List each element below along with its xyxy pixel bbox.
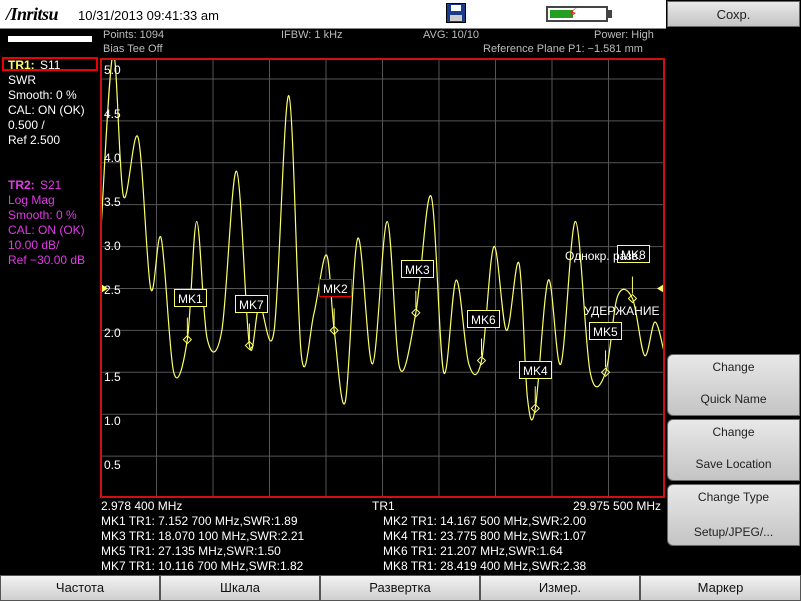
top-status-bar: /Inritsu 10/31/2013 09:41:33 am ⚡ (0, 0, 666, 29)
y-tick-label: 1.5 (104, 370, 121, 384)
datetime-label: 10/31/2013 09:41:33 am (78, 8, 219, 23)
button-line-2: Save Location (695, 457, 772, 471)
save-disk-icon[interactable] (446, 3, 466, 23)
button-line-1: Change (712, 360, 755, 374)
tr1-smooth: Smooth: 0 % (8, 88, 77, 102)
tr1-scale: 0.500 / (8, 118, 45, 132)
tr2-format: Log Mag (8, 193, 55, 207)
y-tick-label: 2.0 (104, 326, 121, 340)
y-tick-label: 0.5 (104, 458, 121, 472)
measure-menu-button[interactable]: Измер. (480, 575, 640, 601)
start-frequency-label: 2.978 400 MHz (101, 499, 183, 513)
sweep-mode-label: Однокр. разв. (565, 249, 642, 263)
hold-label: УДЕРЖАНИЕ (584, 304, 660, 318)
y-tick-label: 5.0 (104, 63, 121, 77)
power-label: Power: High (594, 29, 654, 41)
tr2-ref: Ref −30.00 dB (8, 253, 86, 267)
avg-label: AVG: 10/10 (423, 29, 480, 41)
charging-bolt-icon: ⚡ (568, 5, 578, 21)
trace-center-label: TR1 (372, 499, 395, 513)
stop-frequency-label: 29.975 500 MHz (573, 499, 662, 513)
ifbw-label: IFBW: 1 kHz (281, 29, 343, 41)
menu-title-save: Сохр. (667, 1, 800, 27)
button-line-1: Change Type (697, 490, 770, 504)
sweep-menu-button[interactable]: Развертка (320, 575, 480, 601)
marker-mk5-label[interactable]: MK5 (589, 322, 622, 340)
y-tick-label: 4.5 (104, 107, 121, 121)
marker-readout-mk8: MK8 TR1: 28.419 400 MHz,SWR:2.38 (383, 559, 587, 573)
trace-color-bar (8, 36, 92, 42)
tr1-cal: CAL: ON (OK) (8, 103, 85, 117)
points-label: Points: 1094 (103, 29, 165, 41)
y-tick-label: 2.5 (104, 283, 121, 297)
battery-tip (608, 10, 612, 18)
y-tick-label: 1.0 (104, 414, 121, 428)
marker-menu-button[interactable]: Маркер (640, 575, 801, 601)
marker-mk4-label[interactable]: MK4 (519, 361, 552, 379)
marker-readout-mk5: MK5 TR1: 27.135 MHz,SWR:1.50 (101, 544, 281, 558)
button-line-2: Setup/JPEG/... (693, 525, 774, 539)
button-line-1: Change (712, 425, 755, 439)
bias-tee-label: Bias Tee Off (103, 43, 163, 55)
change-type-button[interactable]: Change Type Setup/JPEG/... (667, 484, 800, 546)
brand-logo: /Inritsu (6, 4, 59, 24)
marker-readout-mk6: MK6 TR1: 21.207 MHz,SWR:1.64 (383, 544, 563, 558)
tr1-ref: Ref 2.500 (8, 133, 61, 147)
tr1-title: TR1: (8, 58, 35, 72)
marker-mk7-label[interactable]: MK7 (235, 295, 268, 313)
marker-mk2-label[interactable]: MK2 (319, 279, 352, 297)
scale-menu-button[interactable]: Шкала (160, 575, 320, 601)
tr2-cal: CAL: ON (OK) (8, 223, 85, 237)
y-tick-label: 3.5 (104, 195, 121, 209)
change-save-location-button[interactable]: Change Save Location (667, 419, 800, 481)
right-softkey-menu: Сохр. Change Quick Name Change Save Loca… (666, 0, 801, 575)
y-tick-label: 4.0 (104, 151, 121, 165)
marker-readout-mk4: MK4 TR1: 23.775 800 MHz,SWR:1.07 (383, 529, 587, 543)
tr2-scale: 10.00 dB/ (8, 238, 60, 252)
button-line-2: Quick Name (700, 392, 767, 406)
tr2-title: TR2: (8, 178, 35, 192)
tr2-param: S21 (40, 178, 62, 192)
battery-charging-icon: ⚡ (546, 5, 608, 22)
plot-frame (100, 58, 665, 498)
reference-plane-label: Reference Plane P1: −1.581 mm (483, 43, 643, 55)
marker-readout-mk2: MK2 TR1: 14.167 500 MHz,SWR:2.00 (383, 514, 587, 528)
tr2-smooth: Smooth: 0 % (8, 208, 77, 222)
frequency-menu-button[interactable]: Частота (0, 575, 160, 601)
change-quick-name-button[interactable]: Change Quick Name (667, 354, 800, 416)
tr1-format: SWR (8, 73, 36, 87)
marker-readout-mk3: MK3 TR1: 18.070 100 MHz,SWR:2.21 (101, 529, 305, 543)
marker-readout-mk7: MK7 TR1: 10.116 700 MHz,SWR:1.82 (101, 559, 304, 573)
marker-mk3-label[interactable]: MK3 (401, 260, 434, 278)
marker-readout-mk1: MK1 TR1: 7.152 700 MHz,SWR:1.89 (101, 514, 298, 528)
marker-mk6-label[interactable]: MK6 (467, 310, 500, 328)
tr1-param: S11 (40, 58, 61, 72)
y-tick-label: 3.0 (104, 239, 121, 253)
bottom-softkey-bar: Частота Шкала Развертка Измер. Маркер (0, 575, 801, 601)
marker-mk1-label[interactable]: MK1 (174, 289, 207, 307)
